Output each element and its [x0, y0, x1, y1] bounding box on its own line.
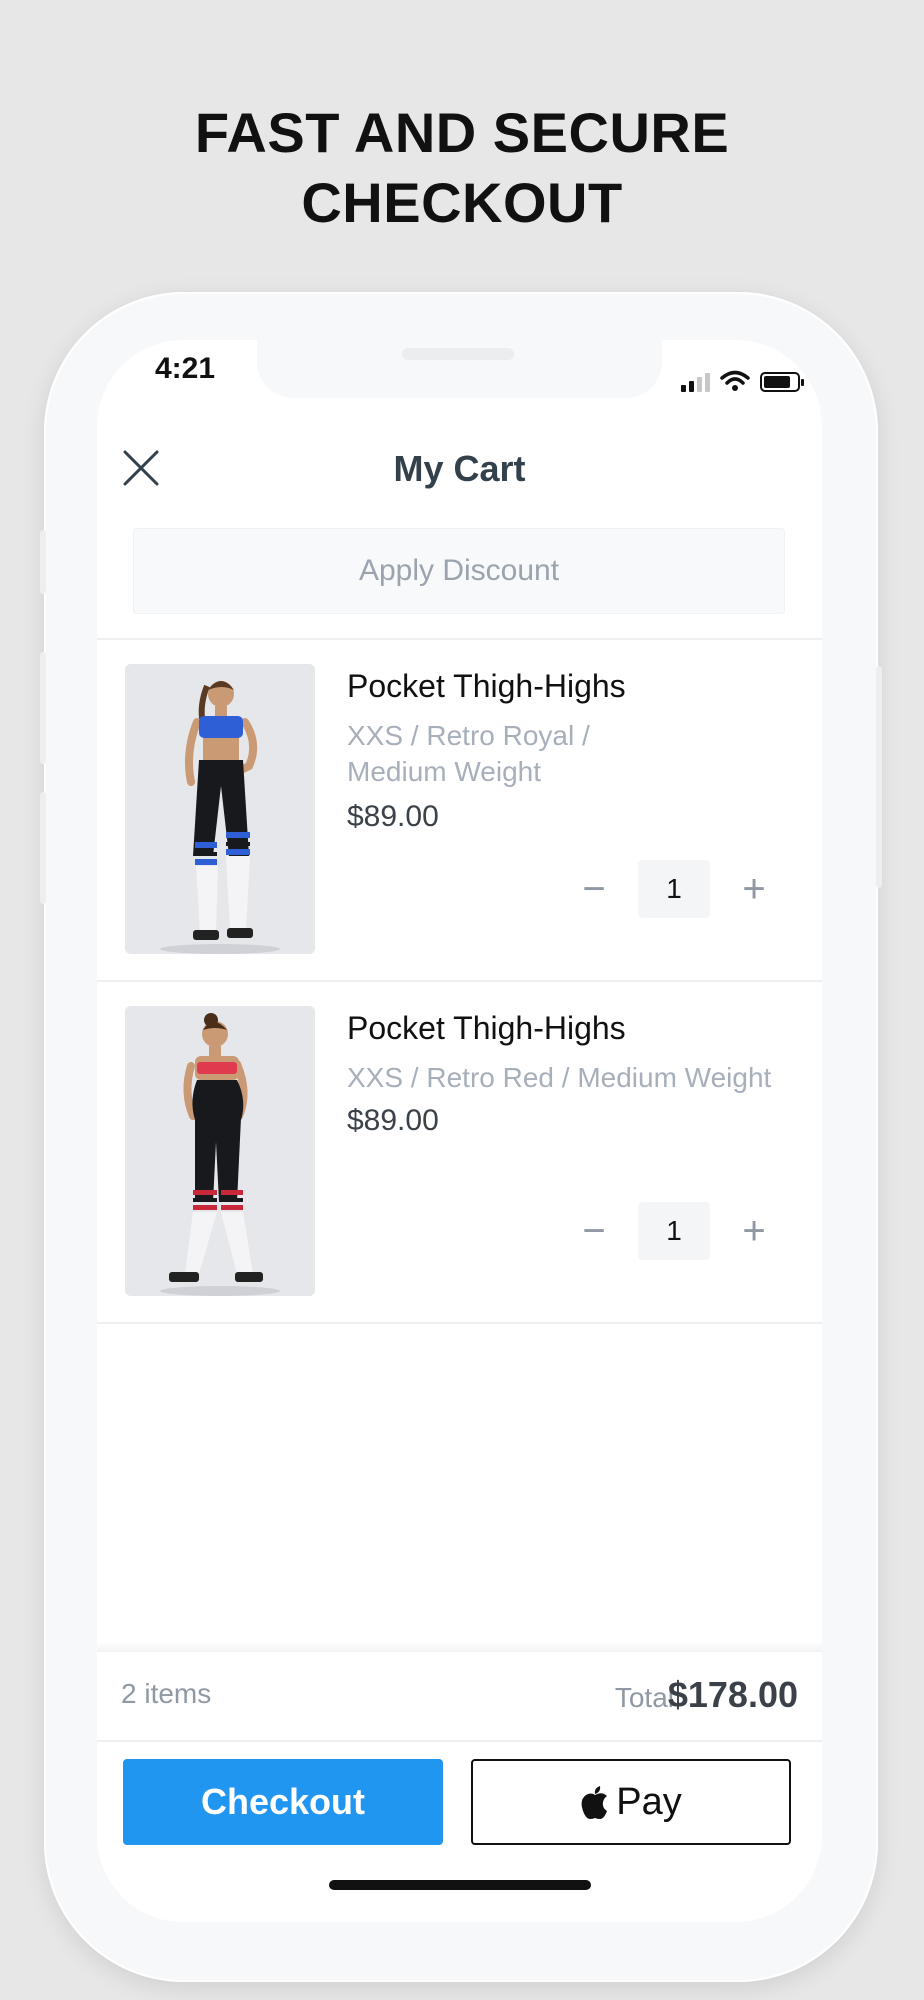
- wifi-icon: [720, 370, 750, 391]
- phone-side-button-left-2: [40, 652, 46, 764]
- quantity-stepper: − 1 +: [566, 860, 782, 918]
- home-indicator[interactable]: [329, 1880, 591, 1890]
- divider: [97, 1322, 822, 1324]
- status-icons: [681, 370, 804, 392]
- signal-icon: [681, 370, 710, 392]
- increase-quantity-button[interactable]: +: [726, 1203, 782, 1259]
- apply-discount-button[interactable]: Apply Discount: [133, 528, 785, 614]
- footer-shadow: [97, 1642, 822, 1652]
- notch: [257, 340, 662, 398]
- decrease-quantity-button[interactable]: −: [566, 861, 622, 917]
- page-title: My Cart: [393, 448, 526, 489]
- cart-item: Pocket Thigh-Highs XXS / Retro Royal / M…: [97, 640, 822, 980]
- product-image: [125, 1006, 315, 1296]
- phone-side-button-right: [876, 666, 882, 888]
- increase-quantity-button[interactable]: +: [726, 861, 782, 917]
- item-variant: XXS / Retro Red / Medium Weight: [347, 1060, 807, 1096]
- total-value: $178.00: [667, 1674, 798, 1715]
- phone-side-button-left-1: [40, 530, 46, 594]
- headline-line-1: FAST AND SECURE: [194, 101, 730, 164]
- quantity-stepper: − 1 +: [566, 1202, 782, 1260]
- item-count: 2 items: [121, 1678, 212, 1709]
- battery-icon: [760, 372, 804, 392]
- item-price: $89.00: [347, 1104, 439, 1137]
- item-variant-line-1: XXS / Retro Red / Medium Weight: [347, 1062, 772, 1093]
- item-price: $89.00: [347, 800, 439, 833]
- quantity-value[interactable]: 1: [638, 860, 710, 918]
- item-variant: XXS / Retro Royal / Medium Weight: [347, 718, 807, 790]
- divider: [97, 1740, 822, 1742]
- cart-item: Pocket Thigh-Highs XXS / Retro Red / Med…: [97, 982, 822, 1322]
- apple-icon: [581, 1786, 608, 1819]
- order-summary: 2 items Total $178.00: [97, 1652, 822, 1740]
- speaker: [402, 348, 514, 360]
- headline-line-2: CHECKOUT: [301, 171, 623, 234]
- item-name: Pocket Thigh-Highs: [347, 668, 626, 704]
- phone-screen: 4:21 My Cart Apply Discount Pocket Thigh…: [97, 340, 822, 1922]
- headline: FAST AND SECURE CHECKOUT: [0, 98, 924, 238]
- battery-level: [764, 376, 790, 388]
- decrease-quantity-button[interactable]: −: [566, 1203, 622, 1259]
- phone-side-button-left-3: [40, 792, 46, 904]
- product-image: [125, 664, 315, 954]
- item-variant-line-1: XXS / Retro Royal /: [347, 720, 590, 751]
- item-name: Pocket Thigh-Highs: [347, 1010, 626, 1046]
- checkout-button[interactable]: Checkout: [123, 1759, 443, 1845]
- apple-pay-label: Pay: [616, 1780, 682, 1823]
- total-label: Total: [614, 1682, 674, 1713]
- apply-discount-label: Apply Discount: [358, 554, 560, 587]
- checkout-label: Checkout: [200, 1781, 366, 1822]
- quantity-value[interactable]: 1: [638, 1202, 710, 1260]
- item-variant-line-2: Medium Weight: [347, 756, 542, 787]
- apple-pay-button[interactable]: Pay: [471, 1759, 791, 1845]
- status-time: 4:21: [155, 352, 216, 385]
